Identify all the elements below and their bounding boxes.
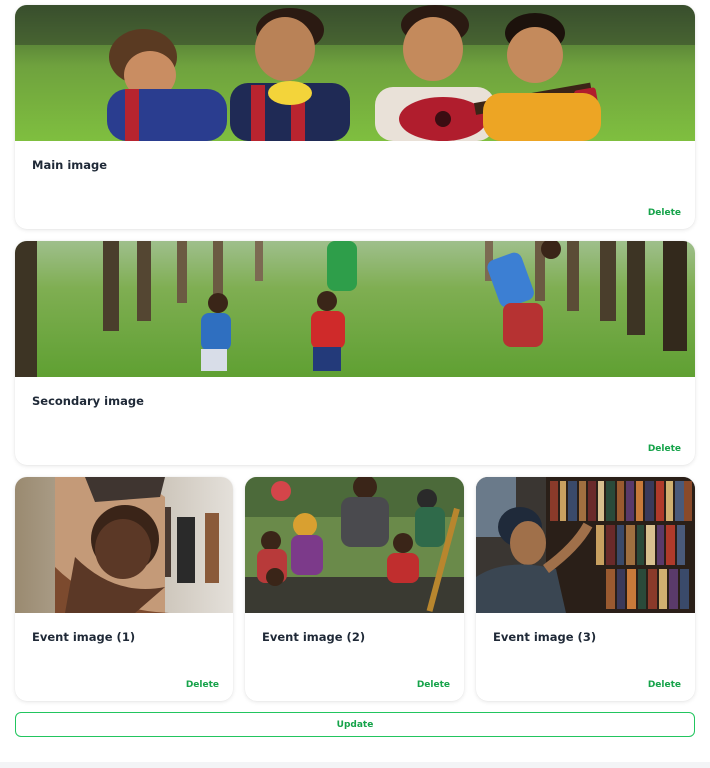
card-title: Event image (2) <box>262 630 366 644</box>
update-button[interactable]: Update <box>15 712 695 737</box>
event-image-card-1: Event image (1) Delete <box>15 477 233 701</box>
secondary-image-photo <box>15 241 695 377</box>
main-image-card: Main image Delete <box>15 5 695 229</box>
delete-button[interactable]: Delete <box>648 680 681 690</box>
card-title: Main image <box>32 158 108 172</box>
delete-button[interactable]: Delete <box>648 208 681 218</box>
event-image-card-3: Event image (3) Delete <box>476 477 695 701</box>
card-title: Event image (3) <box>493 630 597 644</box>
secondary-image-card: Secondary image Delete <box>15 241 695 465</box>
event-image-photo-1 <box>15 477 233 613</box>
image-editor-page: Main image Delete Secondary image Delete… <box>0 0 710 762</box>
delete-button[interactable]: Delete <box>186 680 219 690</box>
event-image-photo-3 <box>476 477 695 613</box>
delete-button[interactable]: Delete <box>417 680 450 690</box>
delete-button[interactable]: Delete <box>648 444 681 454</box>
event-image-card-2: Event image (2) Delete <box>245 477 464 701</box>
event-image-photo-2 <box>245 477 464 613</box>
main-image-photo <box>15 5 695 141</box>
card-title: Event image (1) <box>32 630 136 644</box>
card-title: Secondary image <box>32 394 144 408</box>
